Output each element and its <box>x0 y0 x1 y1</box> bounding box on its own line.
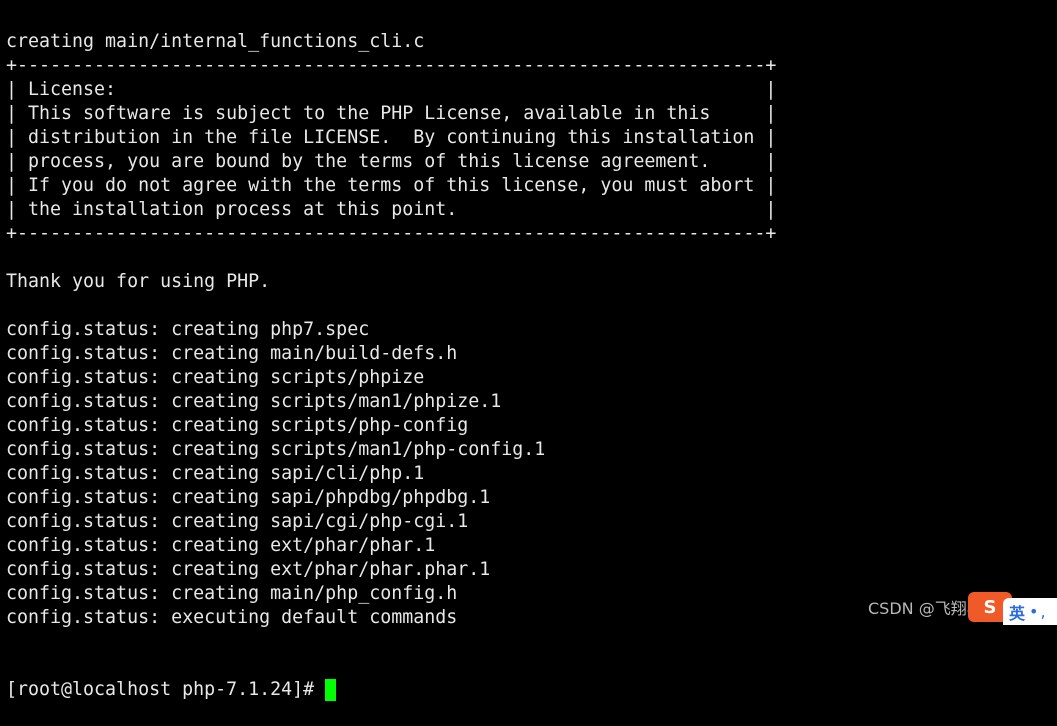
terminal-line: | the installation process at this point… <box>6 199 777 220</box>
terminal-line: config.status: creating php7.spec <box>6 319 370 340</box>
terminal-line: creating main/internal_functions_cli.c <box>6 31 425 52</box>
terminal-line: +---------------------------------------… <box>6 55 777 76</box>
terminal-line: config.status: creating scripts/man1/php… <box>6 391 502 412</box>
terminal-line: config.status: creating scripts/php-conf… <box>6 415 469 436</box>
terminal-line: | This software is subject to the PHP Li… <box>6 103 777 124</box>
terminal-line: config.status: creating sapi/cli/php.1 <box>6 463 425 484</box>
terminal-line: Thank you for using PHP. <box>6 271 271 292</box>
terminal-line: config.status: creating main/build-defs.… <box>6 343 458 364</box>
terminal-line: config.status: creating scripts/man1/php… <box>6 439 546 460</box>
terminal-line: config.status: creating scripts/phpize <box>6 367 425 388</box>
terminal-lines: creating main/internal_functions_cli.c +-… <box>6 30 1046 630</box>
terminal-line: | If you do not agree with the terms of … <box>6 175 777 196</box>
ime-language-mode[interactable]: 英 <box>1009 600 1025 624</box>
terminal-line: config.status: creating ext/phar/phar.ph… <box>6 559 491 580</box>
terminal-line: +---------------------------------------… <box>6 223 777 244</box>
terminal-line: config.status: creating ext/phar/phar.1 <box>6 535 436 556</box>
terminal-line: | License: | <box>6 79 777 100</box>
ime-logo-letter: S <box>983 596 997 618</box>
ime-punctuation-icon[interactable]: •, <box>1029 602 1048 621</box>
terminal-line: | distribution in the file LICENSE. By c… <box>6 127 777 148</box>
ime-status-panel[interactable]: 英 •, <box>1003 598 1057 625</box>
terminal-line: | process, you are bound by the terms of… <box>6 151 777 172</box>
prompt-line[interactable]: [root@localhost php-7.1.24]# <box>6 678 1046 702</box>
terminal-cursor <box>325 679 337 701</box>
shell-prompt: [root@localhost php-7.1.24]# <box>6 679 326 700</box>
terminal-line: config.status: creating sapi/phpdbg/phpd… <box>6 487 491 508</box>
terminal-line: config.status: creating sapi/cgi/php-cgi… <box>6 511 469 532</box>
